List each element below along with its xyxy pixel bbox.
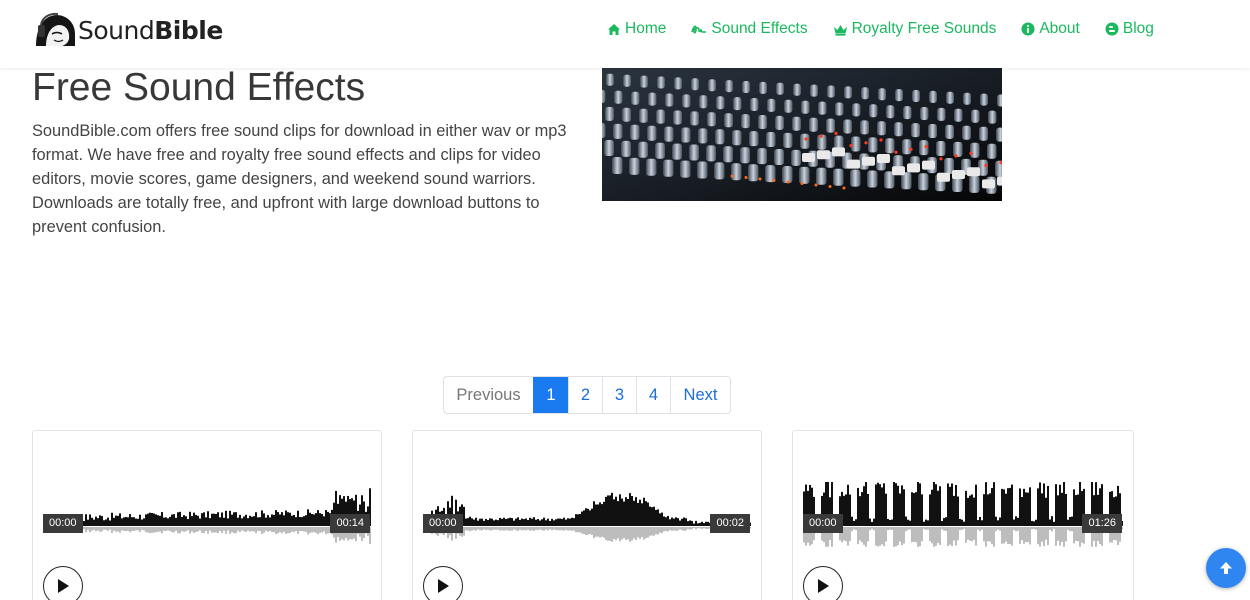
play-icon — [58, 579, 69, 593]
nav-about[interactable]: About — [1021, 20, 1080, 38]
pagination-page-2[interactable]: 2 — [568, 377, 602, 413]
nav-sound-effects-label: Sound Effects — [711, 20, 808, 37]
play-icon — [818, 579, 829, 593]
pagination-next[interactable]: Next — [670, 377, 730, 413]
start-time: 00:00 — [423, 514, 463, 533]
nav-royalty-free-sounds-label: Royalty Free Sounds — [851, 20, 997, 37]
mixing-console-photo — [602, 68, 1002, 201]
blogger-icon — [1105, 22, 1119, 36]
brand-name: SoundBible — [78, 15, 223, 45]
end-time: 00:02 — [710, 514, 750, 533]
sound-card: 00:00 00:14 — [32, 430, 382, 600]
info-circle-icon — [1021, 22, 1035, 36]
nav-sound-effects[interactable]: Sound Effects — [691, 20, 808, 38]
nav-home[interactable]: Home — [607, 20, 666, 38]
start-time: 00:00 — [803, 514, 843, 533]
start-time: 00:00 — [43, 514, 83, 533]
play-icon — [438, 579, 449, 593]
waveform[interactable] — [43, 479, 371, 557]
pagination-page-1[interactable]: 1 — [533, 377, 568, 413]
sound-card: 00:00 01:26 — [792, 430, 1134, 600]
play-button[interactable] — [43, 566, 83, 600]
nav-about-label: About — [1039, 20, 1080, 37]
end-time: 00:14 — [330, 514, 370, 533]
play-button[interactable] — [423, 566, 463, 600]
main-nav: Home Sound Effects Royalty Free Sounds A… — [607, 20, 1179, 38]
nav-home-label: Home — [625, 20, 667, 37]
back-to-top-button[interactable] — [1206, 548, 1246, 588]
end-time: 01:26 — [1082, 514, 1122, 533]
mixing-console-image — [602, 68, 1002, 201]
sound-card: 00:00 00:02 — [412, 430, 762, 600]
play-button[interactable] — [803, 566, 843, 600]
nav-blog[interactable]: Blog — [1105, 20, 1154, 38]
pagination-previous[interactable]: Previous — [444, 377, 533, 413]
hero-description: SoundBible.com offers free sound clips f… — [32, 122, 567, 236]
pagination: Previous 1 2 3 4 Next — [443, 376, 731, 414]
waveform[interactable] — [803, 479, 1123, 557]
nav-blog-label: Blog — [1122, 20, 1154, 37]
page-title: Free Sound Effects — [32, 66, 366, 109]
brand-logo-link[interactable]: SoundBible — [32, 12, 223, 48]
pagination-page-4[interactable]: 4 — [636, 377, 670, 413]
signature-icon — [691, 25, 707, 34]
home-icon — [608, 23, 620, 35]
waveform[interactable] — [423, 479, 751, 557]
headphones-face-logo-icon — [32, 12, 76, 48]
arrow-up-icon — [1220, 562, 1232, 574]
crown-icon — [833, 24, 847, 36]
pagination-page-3[interactable]: 3 — [602, 377, 636, 413]
navbar: SoundBible Home Sound Effects Royalty Fr… — [0, 0, 1250, 68]
nav-royalty-free-sounds[interactable]: Royalty Free Sounds — [833, 20, 997, 38]
